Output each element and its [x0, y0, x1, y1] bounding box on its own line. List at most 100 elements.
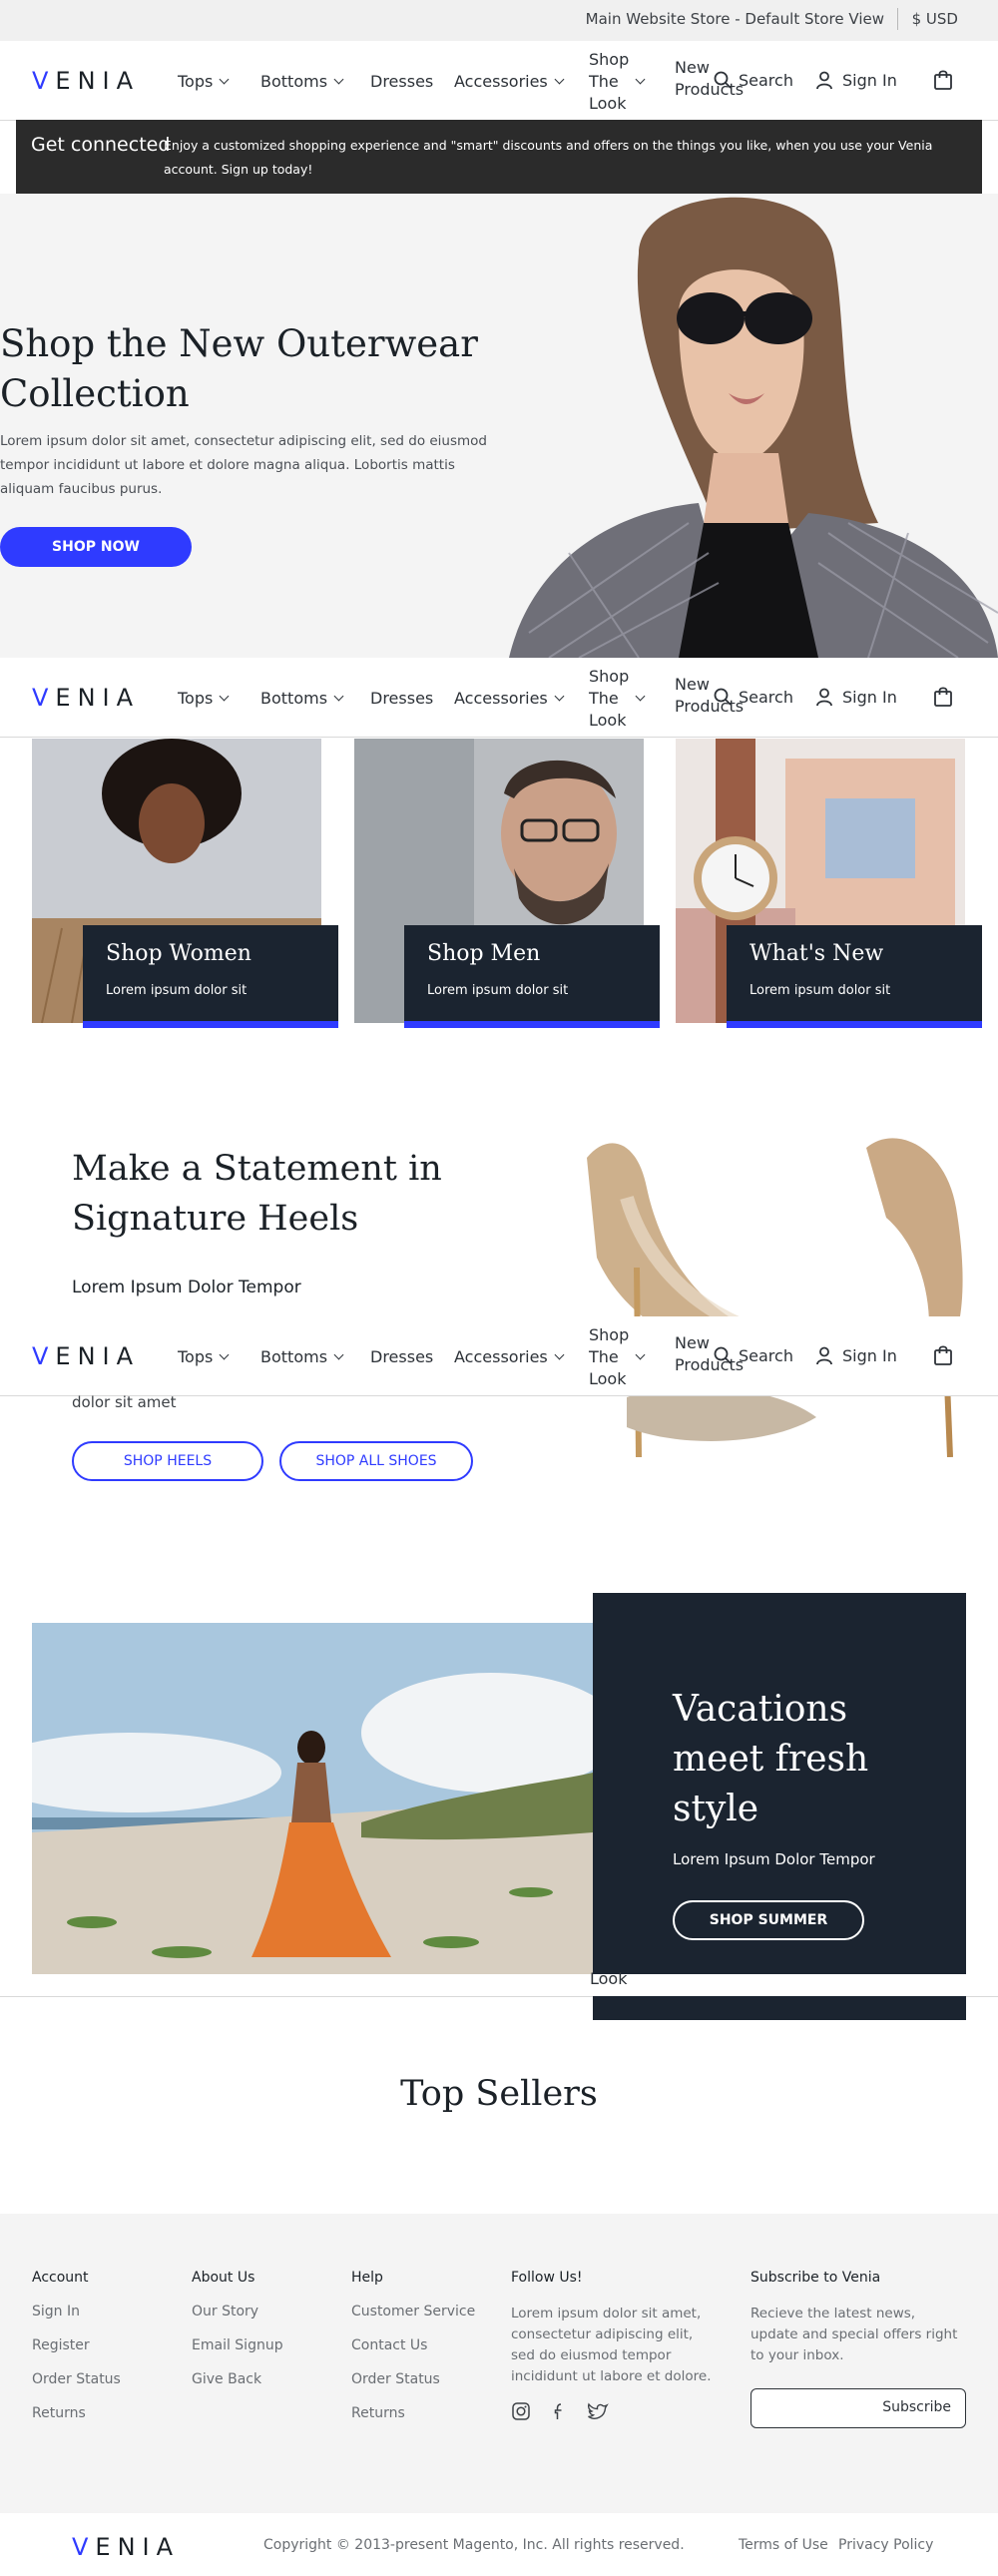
sign-in-trigger[interactable]: Sign In	[814, 1345, 897, 1365]
cart-icon[interactable]	[932, 1344, 954, 1366]
nav-dresses[interactable]: Dresses	[370, 689, 433, 708]
cart-icon[interactable]	[932, 69, 954, 91]
tile-subtitle: Lorem ipsum dolor sit	[427, 983, 569, 998]
footer-link-sign-in[interactable]: Sign In	[32, 2304, 121, 2319]
nav-tops[interactable]: Tops	[178, 1347, 230, 1366]
nav-bottoms[interactable]: Bottoms	[260, 689, 344, 708]
hero-title: Shop the New Outerwear Collection	[0, 322, 478, 415]
chevron-down-icon	[554, 1349, 565, 1359]
shop-the-look-fragment[interactable]: Look	[590, 1969, 627, 1988]
nav-bottoms[interactable]: Bottoms	[260, 1347, 344, 1366]
shop-men-card[interactable]: Shop Men Lorem ipsum dolor sit	[404, 925, 660, 1028]
hero-banner: Shop the New Outerwear Collection Lorem …	[0, 194, 998, 658]
shop-summer-button[interactable]: SHOP SUMMER	[673, 1900, 864, 1940]
nav-shop-the-look[interactable]: Shop The Look	[589, 1324, 646, 1390]
nav-dresses[interactable]: Dresses	[370, 1347, 433, 1366]
footer-about-column: About Us Our Story Email Signup Give Bac…	[192, 2270, 283, 2405]
footer-logo[interactable]: VENIA	[72, 2533, 180, 2561]
vacation-subtitle: Lorem Ipsum Dolor Tempor	[673, 1850, 875, 1868]
facebook-icon[interactable]	[549, 2401, 569, 2421]
footer-follow-column: Follow Us! Lorem ipsum dolor sit amet, c…	[511, 2270, 721, 2421]
venia-logo[interactable]: VENIA	[32, 1342, 140, 1370]
sign-in-trigger[interactable]: Sign In	[814, 687, 897, 707]
footer-heading: About Us	[192, 2270, 255, 2286]
footer-heading: Help	[351, 2270, 383, 2286]
nav-label: Look	[589, 94, 627, 113]
instagram-icon[interactable]	[511, 2401, 531, 2421]
search-trigger[interactable]: Search	[713, 1345, 793, 1365]
footer-link-returns[interactable]: Returns	[351, 2405, 475, 2421]
nav-accessories[interactable]: Accessories	[454, 72, 565, 91]
footer-link-order-status[interactable]: Order Status	[32, 2371, 121, 2387]
nav-accessories[interactable]: Accessories	[454, 1347, 565, 1366]
footer-link-returns[interactable]: Returns	[32, 2405, 121, 2421]
sign-in-trigger[interactable]: Sign In	[814, 70, 897, 90]
logo-initial: V	[32, 67, 56, 95]
chevron-down-icon	[333, 691, 344, 701]
tile-title: Shop Men	[427, 941, 541, 966]
social-links	[511, 2401, 721, 2421]
logo-rest: ENIA	[55, 1342, 141, 1370]
subscribe-form[interactable]: Subscribe	[750, 2388, 966, 2428]
store-switcher-bar: Main Website Store - Default Store View …	[0, 0, 998, 41]
chevron-down-icon	[219, 1349, 230, 1359]
footer-link-order-status[interactable]: Order Status	[351, 2371, 475, 2387]
sign-in-label: Sign In	[842, 1345, 897, 1365]
nav-label: Accessories	[454, 1347, 548, 1366]
cart-icon[interactable]	[932, 686, 954, 708]
shop-heels-button[interactable]: SHOP HEELS	[72, 1441, 263, 1481]
nav-shop-the-look[interactable]: Shop The Look	[589, 666, 646, 732]
footer-link-email-signup[interactable]: Email Signup	[192, 2337, 283, 2353]
nav-label: Dresses	[370, 689, 434, 708]
user-icon	[816, 1346, 832, 1365]
venia-logo[interactable]: VENIA	[32, 684, 140, 712]
nav-label: Accessories	[454, 689, 548, 708]
footer-help-column: Help Customer Service Contact Us Order S…	[351, 2270, 475, 2439]
shop-all-shoes-button[interactable]: SHOP ALL SHOES	[279, 1441, 473, 1481]
nav-label: Dresses	[370, 72, 434, 91]
vacation-card: Vacations meet fresh style Lorem Ipsum D…	[593, 1593, 966, 1974]
footer-link-customer-service[interactable]: Customer Service	[351, 2304, 475, 2319]
sign-in-label: Sign In	[842, 70, 897, 90]
nav-dresses[interactable]: Dresses	[370, 72, 433, 91]
privacy-policy-link[interactable]: Privacy Policy	[838, 2537, 933, 2553]
footer-heading: Follow Us!	[511, 2270, 583, 2286]
subscribe-text: Recieve the latest news, update and spec…	[750, 2306, 958, 2363]
nav-label: Tops	[178, 72, 214, 91]
footer-link-give-back[interactable]: Give Back	[192, 2371, 283, 2387]
nav-label: Look	[589, 1369, 627, 1388]
nav-tops[interactable]: Tops	[178, 72, 230, 91]
search-trigger[interactable]: Search	[713, 687, 793, 707]
nav-label: Dresses	[370, 1347, 434, 1366]
search-label: Search	[739, 687, 793, 707]
nav-label: Bottoms	[260, 1347, 328, 1366]
shop-now-button[interactable]: SHOP NOW	[0, 527, 192, 567]
nav-shop-the-look[interactable]: Shop The Look	[589, 49, 646, 115]
logo-initial: V	[32, 1342, 56, 1370]
shop-women-card[interactable]: Shop Women Lorem ipsum dolor sit	[83, 925, 338, 1028]
nav-bottoms[interactable]: Bottoms	[260, 72, 344, 91]
nav-label: The	[589, 72, 619, 91]
chevron-down-icon	[635, 1349, 646, 1360]
site-header: VENIA Tops Bottoms Dresses Accessories S…	[0, 41, 998, 121]
footer-link-contact-us[interactable]: Contact Us	[351, 2337, 475, 2353]
footer-heading: Account	[32, 2270, 89, 2286]
banner-title: Get connected	[31, 134, 171, 156]
nav-label: Tops	[178, 1347, 214, 1366]
footer-subscribe-column: Subscribe to Venia Recieve the latest ne…	[750, 2270, 966, 2428]
footer-heading: Subscribe to Venia	[750, 2270, 881, 2286]
nav-accessories[interactable]: Accessories	[454, 689, 565, 708]
heels-title: Make a Statement in Signature Heels	[72, 1149, 442, 1239]
subscribe-button[interactable]: Subscribe	[882, 2399, 951, 2415]
search-trigger[interactable]: Search	[713, 70, 793, 90]
terms-of-use-link[interactable]: Terms of Use	[739, 2537, 828, 2553]
hero-model-image	[489, 194, 998, 658]
footer-link-register[interactable]: Register	[32, 2337, 121, 2353]
venia-logo[interactable]: VENIA	[32, 67, 140, 95]
whats-new-card[interactable]: What's New Lorem ipsum dolor sit	[727, 925, 982, 1028]
footer-link-our-story[interactable]: Our Story	[192, 2304, 283, 2319]
nav-tops[interactable]: Tops	[178, 689, 230, 708]
twitter-icon[interactable]	[587, 2401, 609, 2421]
currency-switcher[interactable]: $ USD	[912, 10, 958, 28]
store-switcher[interactable]: Main Website Store - Default Store View	[586, 10, 884, 28]
